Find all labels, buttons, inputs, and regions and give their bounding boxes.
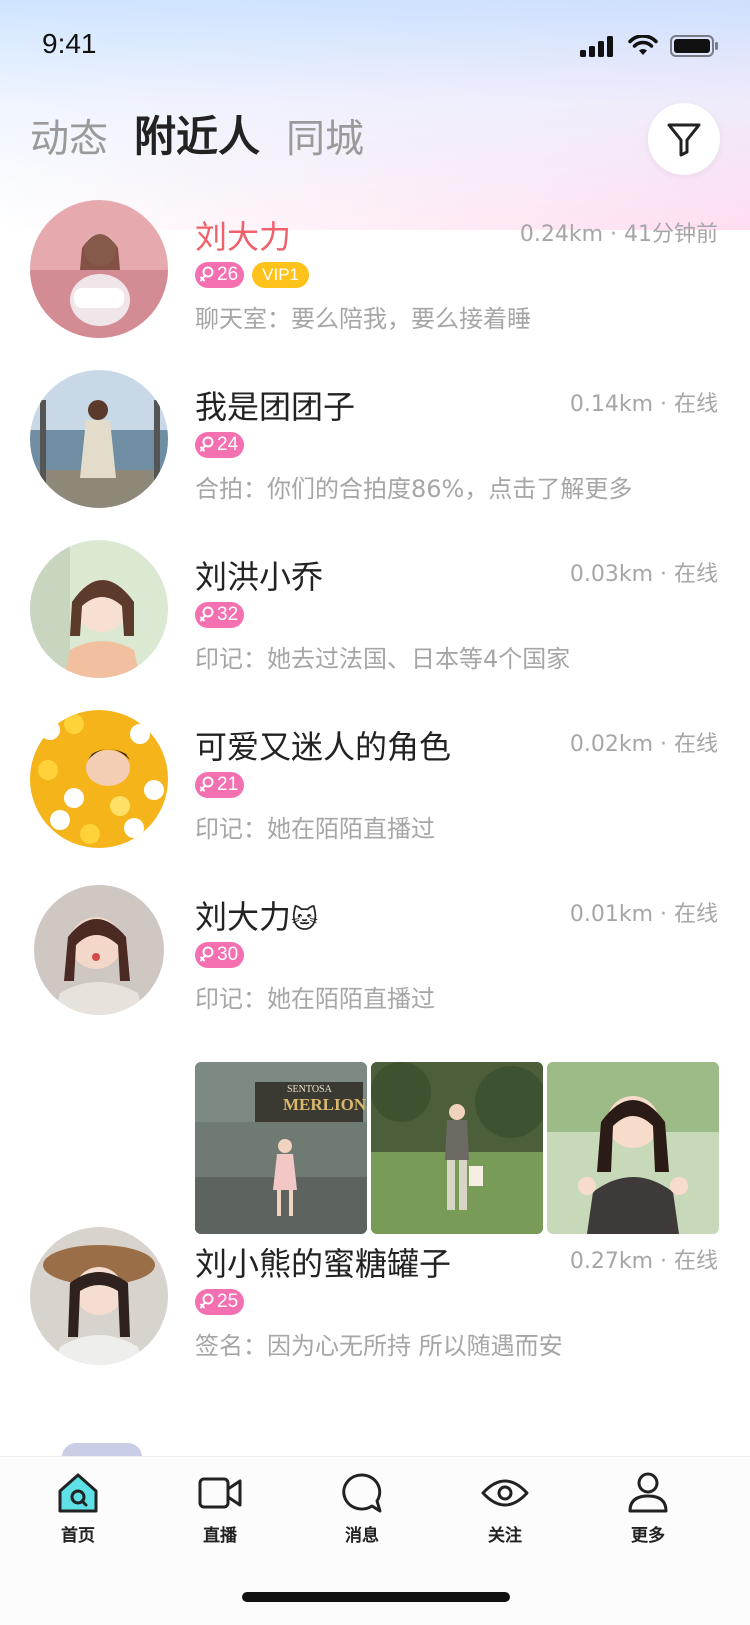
distance-time: 0.01km · 在线 — [569, 902, 718, 927]
badges: 26 VIP1 — [195, 262, 309, 288]
cat-icon: 🐱 — [291, 905, 319, 935]
online-status: 在线 — [673, 732, 718, 757]
distance: 0.27km — [569, 1249, 653, 1274]
distance-time: 0.02km · 在线 — [569, 732, 718, 757]
user-desc: 签名：因为心无所持 所以随遇而安 — [195, 1332, 563, 1360]
badges: 32 — [195, 602, 245, 628]
avatar[interactable] — [30, 200, 168, 338]
last-active: 41分钟前 — [624, 222, 718, 247]
distance-time: 0.27km · 在线 — [569, 1249, 718, 1274]
user-icon — [624, 1469, 672, 1517]
wifi-icon — [628, 35, 658, 55]
eye-icon — [481, 1469, 529, 1517]
tab-nearby[interactable]: 附近人 — [134, 103, 260, 164]
tab-same-city[interactable]: 同城 — [286, 108, 364, 164]
female-icon — [200, 266, 214, 282]
distance: 0.02km — [569, 732, 653, 757]
user-desc: 聊天室：要么陪我，要么接着睡 — [195, 305, 531, 333]
photo-sign-line1: SENTOSA — [287, 1084, 333, 1095]
female-icon — [200, 946, 214, 962]
battery-icon — [670, 35, 718, 57]
badges: 24 — [195, 432, 245, 458]
user-desc: 印记：她在陌陌直播过 — [195, 985, 435, 1013]
distance: 0.14km — [569, 392, 653, 417]
filter-icon — [667, 123, 701, 157]
female-icon — [200, 1293, 214, 1309]
vip-badge: VIP1 — [252, 262, 309, 288]
user-name[interactable]: 我是团团子 — [195, 382, 355, 428]
status-bar: 9:41 — [0, 0, 750, 94]
user-desc: 合拍：你们的合拍度86%，点击了解更多 — [195, 475, 633, 503]
user-name[interactable]: 刘大力 — [195, 212, 291, 258]
distance-time: 0.24km · 41分钟前 — [519, 222, 718, 247]
nav-messages[interactable]: 消息 — [312, 1469, 412, 1546]
avatar[interactable] — [30, 710, 168, 848]
online-status: 在线 — [673, 902, 718, 927]
distance-time: 0.03km · 在线 — [569, 562, 718, 587]
online-status: 在线 — [673, 562, 718, 587]
nav-label: 首页 — [61, 1526, 95, 1546]
nav-label: 关注 — [488, 1526, 522, 1546]
home-icon — [54, 1469, 102, 1517]
gender-age-badge: 26 — [195, 262, 245, 288]
gender-age-badge: 30 — [195, 942, 245, 968]
gender-age-badge: 25 — [195, 1289, 245, 1315]
female-icon — [200, 436, 214, 452]
user-name[interactable]: 刘洪小乔 — [195, 552, 323, 598]
photo-thumbnail[interactable]: SENTOSA MERLION — [195, 1062, 367, 1234]
online-status: 在线 — [673, 1249, 718, 1274]
nav-label: 更多 — [631, 1526, 665, 1546]
home-indicator — [242, 1592, 510, 1602]
avatar[interactable] — [34, 885, 164, 1015]
female-icon — [200, 776, 214, 792]
female-icon — [200, 606, 214, 622]
nav-label: 消息 — [345, 1526, 379, 1546]
nav-follow[interactable]: 关注 — [455, 1469, 555, 1546]
next-avatar-peek — [62, 1443, 142, 1457]
filter-button[interactable] — [648, 103, 720, 175]
user-desc: 印记：她去过法国、日本等4个国家 — [195, 645, 571, 673]
status-icons — [580, 34, 720, 58]
user-name[interactable]: 可爱又迷人的角色 — [195, 722, 451, 768]
nav-home[interactable]: 首页 — [28, 1469, 128, 1546]
nav-live[interactable]: 直播 — [170, 1469, 270, 1546]
badges: 21 — [195, 772, 245, 798]
distance: 0.03km — [569, 562, 653, 587]
tab-dynamic[interactable]: 动态 — [30, 108, 108, 164]
photo-thumbnail[interactable] — [547, 1062, 719, 1234]
badges: 25 — [195, 1289, 245, 1315]
user-desc: 印记：她在陌陌直播过 — [195, 815, 435, 843]
nav-label: 直播 — [203, 1526, 237, 1546]
distance: 0.24km — [519, 222, 604, 247]
chat-bubble-icon — [338, 1469, 386, 1517]
badges: 30 — [195, 942, 245, 968]
distance: 0.01km — [569, 902, 653, 927]
avatar[interactable] — [30, 370, 168, 508]
avatar[interactable] — [30, 1227, 168, 1365]
status-time: 9:41 — [42, 28, 97, 59]
avatar[interactable] — [30, 540, 168, 678]
user-name[interactable]: 刘小熊的蜜糖罐子 — [195, 1239, 451, 1285]
photo-grid: SENTOSA MERLION — [195, 1062, 719, 1234]
gender-age-badge: 24 — [195, 432, 245, 458]
gender-age-badge: 21 — [195, 772, 245, 798]
distance-time: 0.14km · 在线 — [569, 392, 718, 417]
top-tabs: 动态 附近人 同城 — [30, 100, 364, 164]
photo-thumbnail[interactable] — [371, 1062, 543, 1234]
signal-icon — [580, 36, 613, 57]
nav-more[interactable]: 更多 — [598, 1469, 698, 1546]
video-camera-icon — [196, 1469, 244, 1517]
user-name[interactable]: 刘大力🐱 — [195, 892, 318, 938]
photo-sign-line2: MERLION — [283, 1095, 367, 1114]
gender-age-badge: 32 — [195, 602, 245, 628]
online-status: 在线 — [673, 392, 718, 417]
